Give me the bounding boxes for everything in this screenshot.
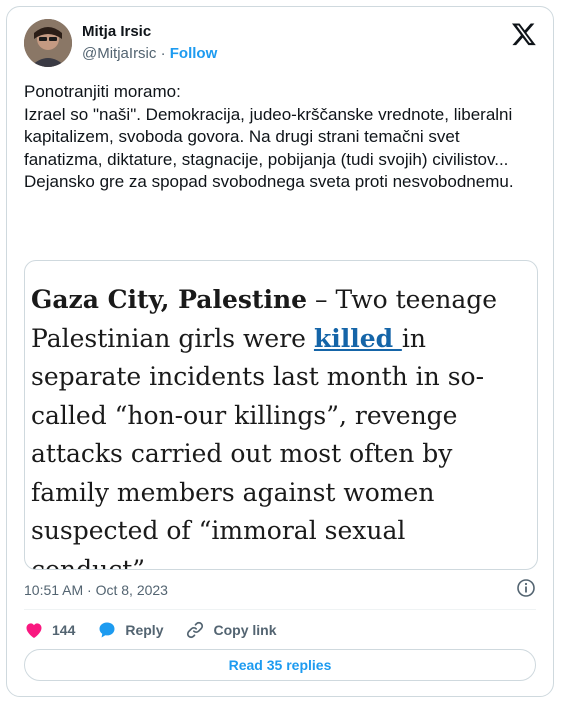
reply-bubble-icon (99, 622, 115, 638)
author-handle[interactable]: @MitjaIrsic (82, 45, 156, 62)
article-link[interactable]: killed (314, 324, 402, 353)
article-rest: in separate incidents last month in so-c… (31, 323, 485, 570)
article-dateline: Gaza City, Palestine (31, 285, 308, 314)
separator: · (156, 45, 170, 62)
quoted-article-image[interactable]: Gaza City, Palestine – Two teenage Pales… (24, 260, 538, 570)
reply-label: Reply (125, 622, 164, 638)
author-handle-row: @MitjaIrsic · Follow (82, 45, 217, 62)
action-bar: 144 Reply Copy link (24, 619, 299, 641)
article-text: Gaza City, Palestine – Two teenage Pales… (31, 281, 531, 570)
author-name[interactable]: Mitja Irsic (82, 23, 151, 40)
copy-link-button[interactable]: Copy link (185, 620, 277, 640)
read-replies-button[interactable]: Read 35 replies (24, 649, 536, 681)
copy-link-label: Copy link (213, 622, 277, 638)
avatar[interactable] (24, 19, 72, 67)
heart-icon (26, 623, 42, 638)
timestamp[interactable]: 10:51 AM · Oct 8, 2023 (24, 582, 168, 598)
divider (24, 609, 536, 610)
like-button[interactable]: 144 (24, 620, 75, 640)
tweet-card: Mitja Irsic @MitjaIrsic · Follow Ponotra… (6, 6, 554, 697)
tweet-text: Ponotranjiti moramo: Izrael so "naši". D… (24, 82, 514, 191)
like-count: 144 (52, 622, 76, 638)
link-icon (187, 621, 204, 639)
info-icon[interactable] (516, 578, 536, 598)
reply-button[interactable]: Reply (97, 620, 163, 640)
x-logo-icon[interactable] (511, 21, 537, 47)
follow-button[interactable]: Follow (170, 45, 218, 62)
